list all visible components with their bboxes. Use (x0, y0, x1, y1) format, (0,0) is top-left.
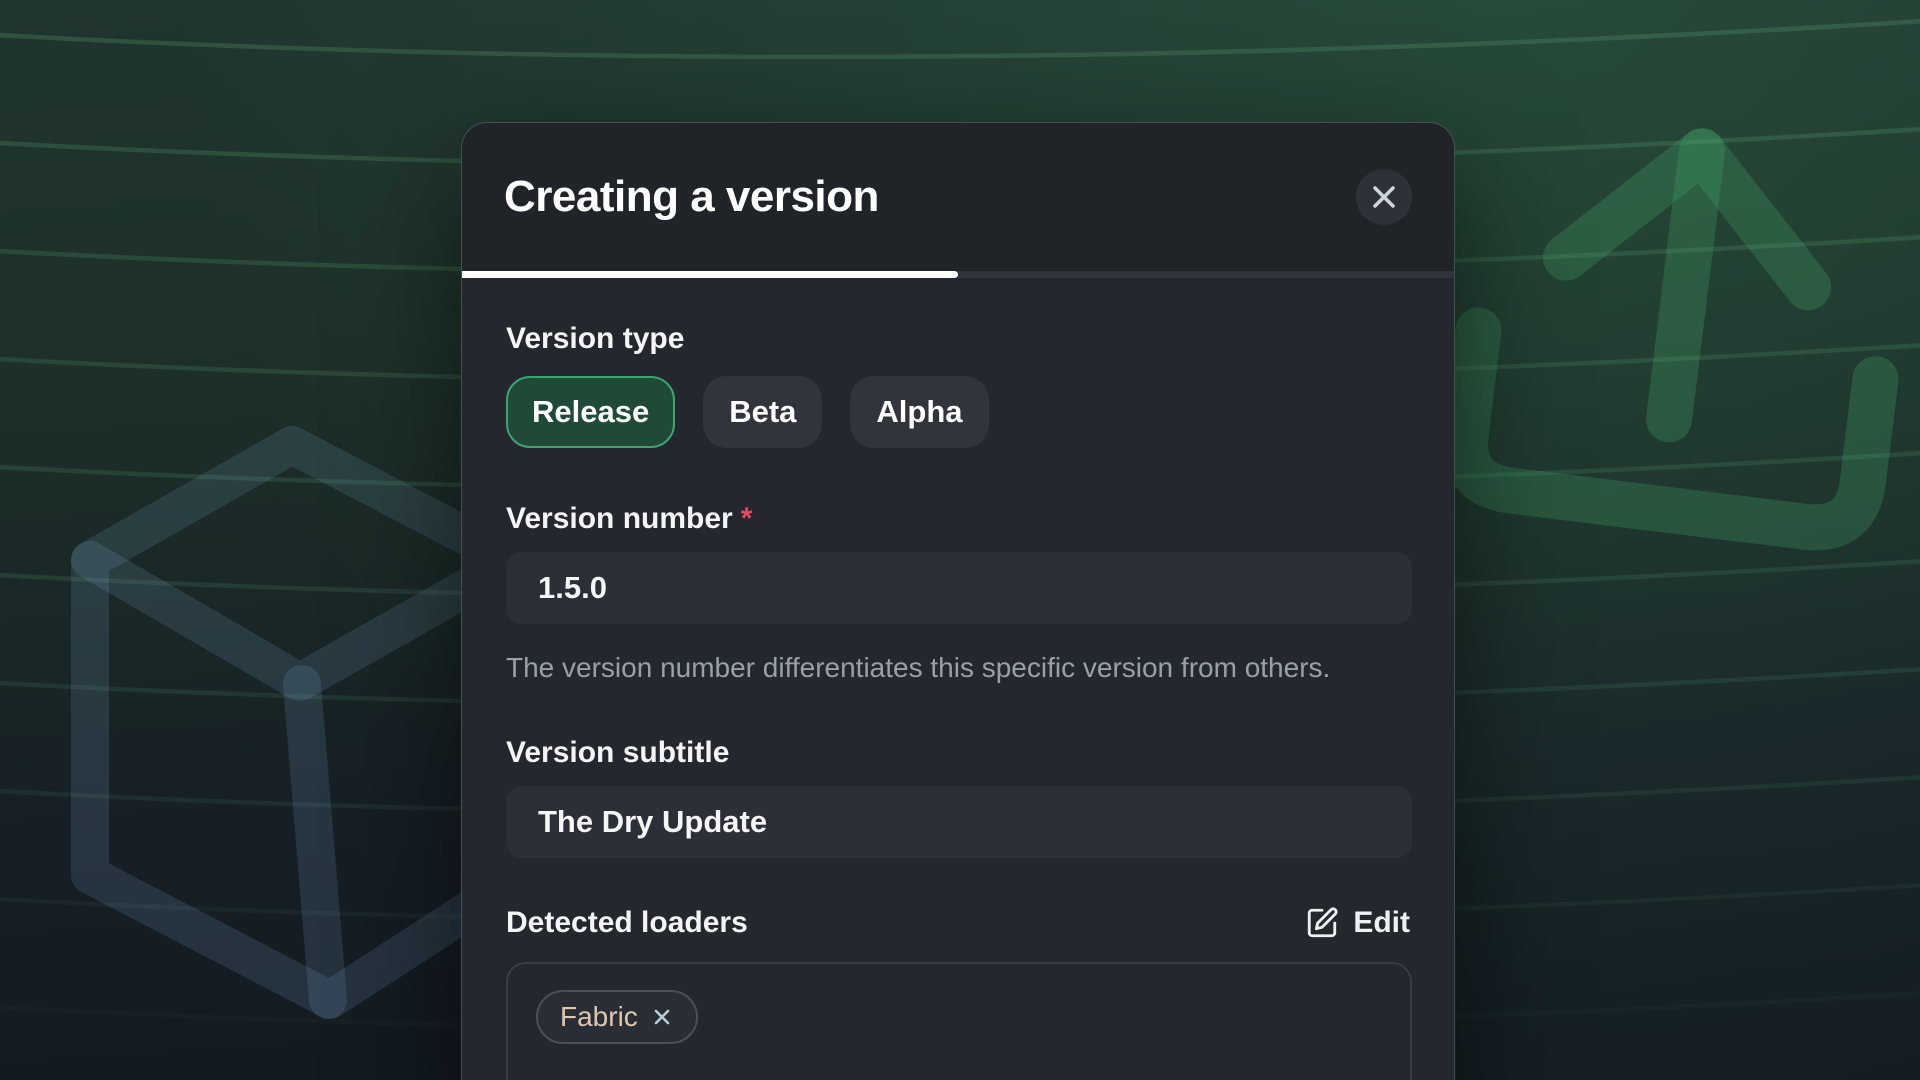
detected-loaders-row: Detected loaders Edit (506, 904, 1410, 942)
close-icon (1368, 181, 1400, 213)
version-type-label: Version type (506, 320, 1410, 358)
modal-title: Creating a version (504, 172, 879, 222)
edit-label: Edit (1353, 906, 1410, 940)
version-type-alpha-button[interactable]: Alpha (850, 376, 988, 448)
version-type-beta-button[interactable]: Beta (703, 376, 822, 448)
remove-icon (650, 1005, 674, 1029)
version-number-input[interactable] (506, 552, 1412, 624)
detected-loaders-box: Fabric (506, 962, 1412, 1080)
detected-loaders-label: Detected loaders (506, 904, 748, 942)
page: Creating a version Version type Release … (0, 0, 1920, 1080)
version-type-options: Release Beta Alpha (506, 376, 1410, 448)
loader-chip-label: Fabric (560, 1001, 638, 1033)
progress-bar-fill (462, 271, 958, 278)
required-asterisk: * (741, 502, 753, 535)
version-subtitle-input[interactable] (506, 786, 1412, 858)
loader-chip-fabric: Fabric (536, 990, 698, 1044)
version-type-release-button[interactable]: Release (506, 376, 675, 448)
edit-loaders-button[interactable]: Edit (1305, 906, 1410, 940)
square-pen-icon (1305, 906, 1339, 940)
progress-bar (462, 271, 1454, 278)
version-number-help: The version number differentiates this s… (506, 646, 1376, 690)
version-number-label: Version number* (506, 500, 1410, 538)
close-button[interactable] (1356, 169, 1412, 225)
remove-loader-button[interactable] (650, 1005, 674, 1029)
modal-body: Version type Release Beta Alpha Version … (462, 278, 1454, 1080)
modal-header: Creating a version (462, 123, 1454, 271)
version-number-label-text: Version number (506, 502, 733, 535)
create-version-modal: Creating a version Version type Release … (461, 122, 1455, 1080)
version-subtitle-label: Version subtitle (506, 734, 1410, 772)
